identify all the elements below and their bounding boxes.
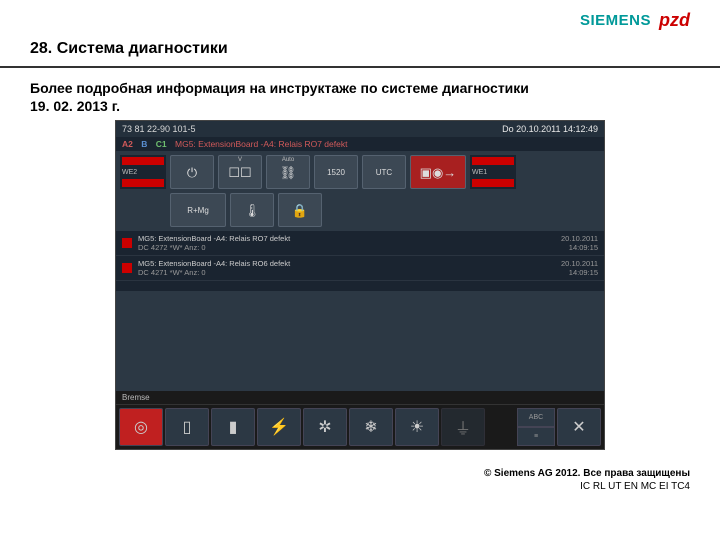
logo-group: SIEMENS pzd [580, 10, 690, 31]
lock-icon: 🔒 [292, 204, 308, 217]
utc-button[interactable]: UTC [362, 155, 406, 189]
footer-bulb-button[interactable]: ☀ [395, 408, 439, 446]
close-button[interactable]: ✕ [557, 408, 601, 446]
siemens-logo: SIEMENS [580, 12, 651, 29]
disc-brake-icon: ◎ [134, 417, 148, 437]
hmi-toolbar: WE2 ⏻ V☐☐ Auto⛓ 1520 UTC ▣◉→ WE1 R+Mg 🌡 … [116, 151, 604, 231]
menu-button[interactable]: ≡ [517, 427, 555, 446]
car-indicators: A2 B C1 [122, 139, 175, 149]
log-empty-area [116, 291, 604, 391]
power-icon: ⏻ [187, 166, 197, 179]
alarm-icon: ▣◉→ [420, 166, 457, 179]
footer-fan-button[interactable]: ✲ [303, 408, 347, 446]
bolt-icon: ⚡ [269, 417, 289, 437]
temperature-button[interactable]: 🌡 [230, 193, 274, 227]
active-fault-text: MG5: ExtensionBoard -A4: Relais RO7 defe… [175, 139, 347, 149]
footer-brake-button[interactable]: ◎ [119, 408, 163, 446]
hmi-header: 73 81 22-90 101-5 Do 20.10.2011 14:12:49 [116, 121, 604, 137]
rzd-logo: pzd [659, 10, 690, 31]
snowflake-icon: ❄ [364, 417, 377, 437]
severity-indicator [122, 263, 132, 273]
footer-bolt-button[interactable]: ⚡ [257, 408, 301, 446]
log-sub: DC 4271 *W* Anz: 0 [138, 268, 498, 277]
power-button[interactable]: ⏻ [170, 155, 214, 189]
log-time: 14:09:15 [498, 243, 598, 252]
footer-label: Bremse [116, 391, 604, 405]
link-icon: ⛓ [280, 166, 297, 179]
slide-body: Более подробная информация на инструктаж… [0, 68, 720, 462]
lock-button[interactable]: 🔒 [278, 193, 322, 227]
fan-icon: ✲ [318, 417, 331, 437]
thermometer-icon: 🌡 [244, 204, 261, 217]
car-c1: C1 [156, 139, 167, 149]
door-icon: ▯ [183, 417, 192, 437]
diagnostic-hmi-panel: 73 81 22-90 101-5 Do 20.10.2011 14:12:49… [115, 120, 605, 450]
hmi-footer: Bremse ◎ ▯ ▮ ⚡ ✲ ❄ ☀ ⏚ ABC ≡ ✕ [116, 391, 604, 449]
department-text: IC RL UT EN MC EI TC4 [0, 481, 690, 492]
car-b: B [141, 139, 147, 149]
slide-header: 28. Система диагностики SIEMENS pzd [0, 0, 720, 68]
abc-button[interactable]: ABC [517, 408, 555, 427]
log-text: MG5: ExtensionBoard -A4: Relais RO6 defe… [138, 259, 498, 268]
log-sub: DC 4272 *W* Anz: 0 [138, 243, 498, 252]
severity-indicator [122, 238, 132, 248]
pantograph-icon: ☐☐ [228, 166, 251, 179]
pantograph-button[interactable]: V☐☐ [218, 155, 262, 189]
we1-indicator: WE1 [470, 155, 516, 189]
car-a2: A2 [122, 139, 133, 149]
coupling-button[interactable]: Auto⛓ [266, 155, 310, 189]
footer-battery-button[interactable]: ▮ [211, 408, 255, 446]
train-id: 73 81 22-90 101-5 [122, 124, 196, 134]
log-date: 20.10.2011 [498, 234, 598, 243]
copyright-text: © Siemens AG 2012. Все права защищены [0, 468, 690, 479]
slide-title: 28. Система диагностики [30, 40, 228, 58]
footer-plug-button[interactable]: ⏚ [441, 408, 485, 446]
alarm-button[interactable]: ▣◉→ [410, 155, 466, 189]
we2-label: WE2 [122, 169, 164, 176]
log-date: 20.10.2011 [498, 259, 598, 268]
log-time: 14:09:15 [498, 268, 598, 277]
footer-snow-button[interactable]: ❄ [349, 408, 393, 446]
hmi-subheader: A2 B C1 MG5: ExtensionBoard -A4: Relais … [116, 137, 604, 151]
we1-label: WE1 [472, 169, 514, 176]
log-row[interactable]: MG5: ExtensionBoard -A4: Relais RO7 defe… [116, 231, 604, 256]
gauge-button[interactable]: 1520 [314, 155, 358, 189]
battery-icon: ▮ [229, 417, 238, 437]
fault-log: MG5: ExtensionBoard -A4: Relais RO7 defe… [116, 231, 604, 291]
plug-icon: ⏚ [455, 415, 471, 439]
footer-door-button[interactable]: ▯ [165, 408, 209, 446]
we2-indicator: WE2 [120, 155, 166, 189]
close-icon: ✕ [572, 417, 585, 437]
log-row[interactable]: MG5: ExtensionBoard -A4: Relais RO6 defe… [116, 256, 604, 281]
subtitle-line-2: 19. 02. 2013 г. [30, 98, 690, 114]
header-datetime: Do 20.10.2011 14:12:49 [502, 124, 598, 134]
log-text: MG5: ExtensionBoard -A4: Relais RO7 defe… [138, 234, 498, 243]
subtitle-line-1: Более подробная информация на инструктаж… [30, 80, 690, 96]
brake-rmg-button[interactable]: R+Mg [170, 193, 226, 227]
bulb-icon: ☀ [410, 417, 424, 437]
